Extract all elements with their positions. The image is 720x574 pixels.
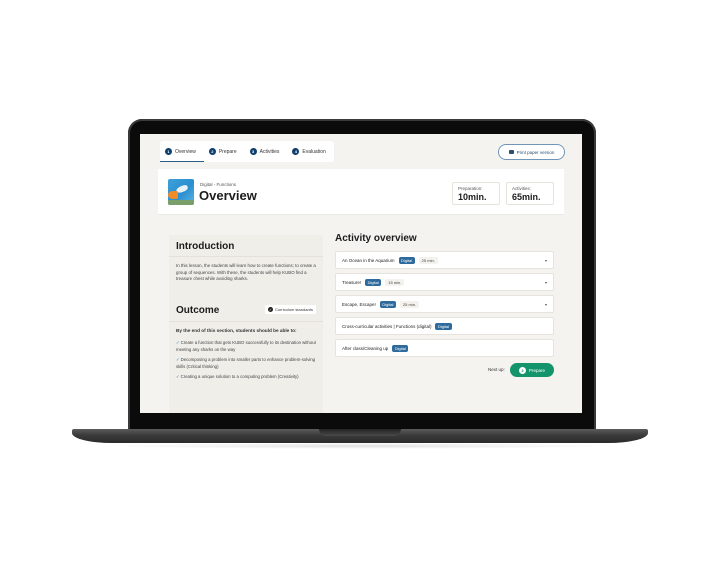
tab-evaluation[interactable]: 4 Evaluation xyxy=(287,141,333,162)
step-tabs: 1 Overview 2 Prepare 3 Activities 4 Eval… xyxy=(160,141,334,162)
tab-prepare[interactable]: 2 Prepare xyxy=(204,141,245,162)
print-paper-version-button[interactable]: Print paper version xyxy=(498,144,565,160)
check-icon: ✓ xyxy=(176,374,180,379)
tab-activities[interactable]: 3 Activities xyxy=(245,141,288,162)
activity-name: After class/Cleaning up xyxy=(342,345,389,351)
step-number: 4 xyxy=(292,148,300,155)
step-number: 1 xyxy=(165,148,172,155)
print-button-label: Print paper version xyxy=(516,149,555,155)
digital-badge: Digital xyxy=(435,322,452,330)
step-number: 3 xyxy=(249,148,257,155)
tab-label: Evaluation xyxy=(302,148,326,155)
activity-name: Escape, Escape! xyxy=(342,301,376,307)
stat-value: 10min. xyxy=(458,192,487,202)
digital-badge: Digital xyxy=(392,344,409,352)
step-number: 2 xyxy=(208,148,216,155)
outcome-lead: By the end of this section, students sho… xyxy=(176,328,297,333)
digital-badge: Digital xyxy=(379,300,396,308)
laptop-screen: 1 Overview 2 Prepare 3 Activities 4 Eval… xyxy=(140,134,582,413)
introduction-title: Introduction xyxy=(169,235,323,257)
activity-row[interactable]: Cross-curricular activities | Functions … xyxy=(335,317,554,335)
outcome-item: ✓Decomposing a problem into smaller part… xyxy=(176,357,316,369)
check-circle-icon: ✓ xyxy=(267,307,273,312)
stat-label: Activities: xyxy=(512,186,532,191)
next-button-label: Prepare xyxy=(528,367,545,373)
activity-row[interactable]: After class/Cleaning up Digital xyxy=(335,339,554,357)
curriculum-standards-button[interactable]: ✓ Curriculum standards xyxy=(264,305,316,314)
time-badge: 25 min. xyxy=(399,300,420,308)
step-number: 2 xyxy=(518,366,526,374)
breadcrumb: Digital - Functions xyxy=(200,182,237,187)
stat-value: 65min. xyxy=(512,192,541,202)
check-icon: ✓ xyxy=(176,340,180,345)
outcome-item: ✓Create a function that gets KUBO succes… xyxy=(176,340,316,352)
activity-row[interactable]: Treasure! Digital 15 min. ▾ xyxy=(335,273,554,291)
activity-row[interactable]: An Ocean in the Aquarium Digital 25 min.… xyxy=(335,251,554,269)
next-prepare-button[interactable]: 2 Prepare xyxy=(510,363,554,377)
activity-name: Cross-curricular activities | Functions … xyxy=(342,323,432,329)
introduction-card: Introduction In this lesson, the student… xyxy=(169,235,323,301)
activity-row[interactable]: Escape, Escape! Digital 25 min. ▾ xyxy=(335,295,554,313)
activity-name: An Ocean in the Aquarium xyxy=(342,257,395,263)
chevron-down-icon[interactable]: ▾ xyxy=(545,302,547,307)
activity-name: Treasure! xyxy=(342,279,362,285)
introduction-text: In this lesson, the students will learn … xyxy=(176,263,316,281)
tab-label: Activities xyxy=(259,148,280,155)
page-title: Overview xyxy=(199,188,257,203)
digital-badge: Digital xyxy=(365,278,382,286)
chevron-down-icon[interactable]: ▾ xyxy=(545,280,547,285)
outcome-card: Outcome ✓ Curriculum standards By the en… xyxy=(169,297,323,413)
time-badge: 15 min. xyxy=(385,278,405,286)
laptop-shadow xyxy=(100,443,620,449)
tab-label: Prepare xyxy=(218,148,237,155)
stat-label: Preparation: xyxy=(458,186,483,191)
time-badge: 25 min. xyxy=(418,256,438,264)
outcome-item: ✓Creating a unique solution to a computi… xyxy=(176,374,299,379)
chevron-down-icon[interactable]: ▾ xyxy=(545,258,547,263)
digital-badge: Digital xyxy=(398,256,415,264)
preparation-stat: Preparation: 10min. xyxy=(452,182,500,205)
outcome-title: Outcome xyxy=(176,305,220,316)
check-icon: ✓ xyxy=(176,357,180,362)
tab-label: Overview xyxy=(175,148,196,155)
laptop-notch xyxy=(319,429,401,436)
printer-icon xyxy=(508,150,514,154)
activity-overview-title: Activity overview xyxy=(335,233,417,244)
lesson-header: Digital - Functions Overview Preparation… xyxy=(158,169,564,215)
lesson-thumbnail xyxy=(168,179,194,205)
activities-stat: Activities: 65min. xyxy=(506,182,554,205)
tab-overview[interactable]: 1 Overview xyxy=(160,141,204,162)
next-up-label: Next up: xyxy=(488,367,505,372)
curriculum-standards-label: Curriculum standards xyxy=(274,307,313,312)
